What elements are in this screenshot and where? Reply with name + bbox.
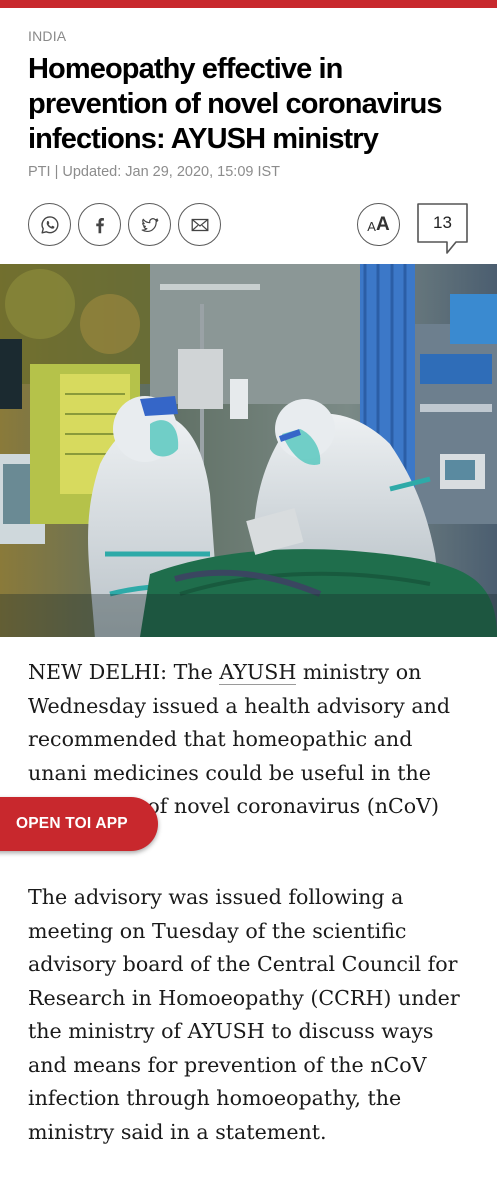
twitter-icon [141, 217, 158, 232]
email-share-button[interactable] [178, 203, 221, 246]
section-label[interactable]: INDIA [28, 28, 66, 44]
font-size-large-glyph: A [375, 213, 390, 235]
article-byline: PTI | Updated: Jan 29, 2020, 15:09 IST [28, 164, 281, 180]
comments-button[interactable]: 13 [417, 203, 468, 256]
top-accent-bar [0, 0, 497, 8]
article-hero-image [0, 264, 497, 637]
font-size-button[interactable]: A A [357, 203, 400, 246]
share-buttons [28, 203, 221, 246]
comment-count: 13 [433, 213, 452, 232]
paragraph-text: NEW DELHI: The [28, 660, 220, 684]
facebook-share-button[interactable] [78, 203, 121, 246]
article-headline: Homeopathy effective in prevention of no… [28, 53, 443, 155]
whatsapp-icon [40, 215, 58, 234]
font-size-small-glyph: A [367, 219, 376, 234]
open-toi-app-button[interactable]: OPEN TOI APP [0, 797, 158, 851]
twitter-share-button[interactable] [128, 203, 171, 246]
email-icon [191, 218, 208, 231]
whatsapp-share-button[interactable] [28, 203, 71, 246]
article-paragraph-2: The advisory was issued following a meet… [28, 885, 460, 1144]
ayush-topic-link[interactable]: AYUSH [219, 660, 297, 685]
facebook-icon [95, 217, 104, 233]
